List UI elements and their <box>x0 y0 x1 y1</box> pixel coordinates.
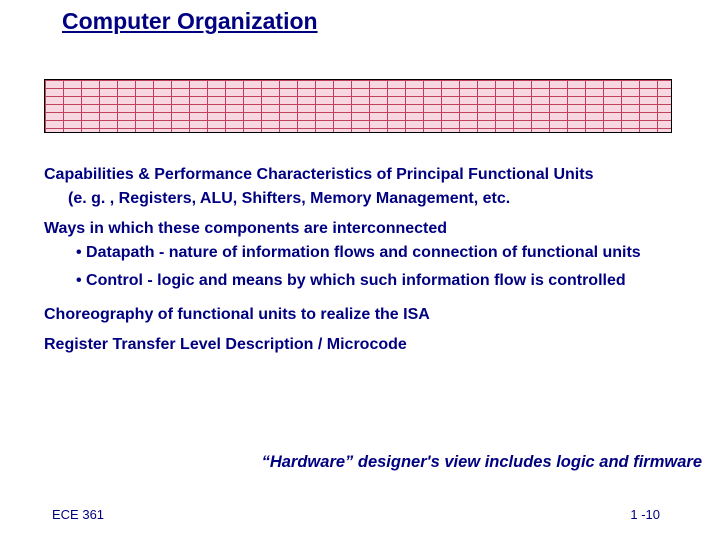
footer-course: ECE 361 <box>52 507 104 522</box>
page-title: Computer Organization <box>62 8 318 35</box>
section4-text: Register Transfer Level Description / Mi… <box>44 335 684 355</box>
footer-page-number: 1 -10 <box>630 507 660 522</box>
section1-example: (e. g. , Registers, ALU, Shifters, Memor… <box>44 189 684 209</box>
section2-heading: Ways in which these components are inter… <box>44 219 684 239</box>
section1-heading: Capabilities & Performance Characteristi… <box>44 165 684 185</box>
section2-bullet-1: Control - logic and means by which such … <box>44 271 684 291</box>
body-content: Capabilities & Performance Characteristi… <box>44 165 684 365</box>
section3-text: Choreography of functional units to real… <box>44 305 684 325</box>
quote-text: “Hardware” designer's view includes logi… <box>262 453 702 472</box>
brick-graphic <box>44 79 672 133</box>
section2-bullet-0: Datapath - nature of information flows a… <box>44 243 684 263</box>
